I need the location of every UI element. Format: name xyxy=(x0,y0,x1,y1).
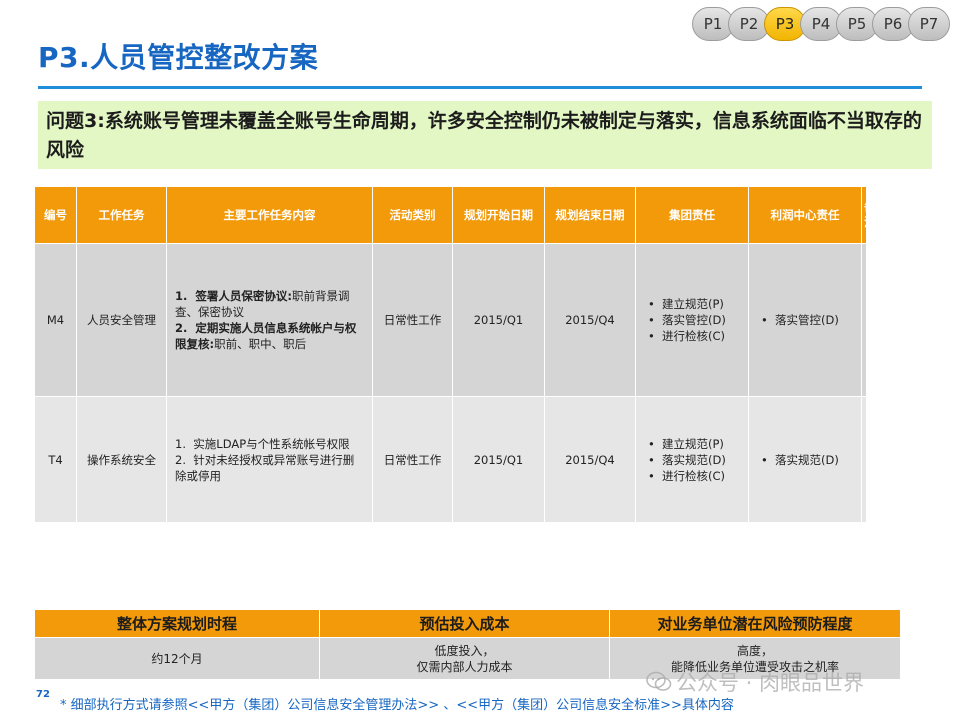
cell-end-date: 2015/Q4 xyxy=(544,396,636,523)
content-item: 1. 签署人员保密协议:职前背景调查、保密协议 xyxy=(175,289,350,319)
cell-end-date: 2015/Q4 xyxy=(544,243,636,397)
header-start-date: 规划开始日期 xyxy=(452,186,545,244)
cell-task: 操作系统安全 xyxy=(76,396,167,523)
cell-start-date: 2015/Q1 xyxy=(452,243,545,397)
list-item: 建立规范(P) xyxy=(646,436,738,452)
cell-category: 日常性工作 xyxy=(372,243,453,397)
header-id: 编号 xyxy=(34,186,77,244)
title-divider xyxy=(38,86,922,89)
list-item: 进行检核(C) xyxy=(646,328,738,344)
table-row: M4 人员安全管理 1. 签署人员保密协议:职前背景调查、保密协议 2. 定期实… xyxy=(34,243,867,397)
cell-id: M4 xyxy=(34,243,77,397)
watermark: 公众号 · 肉眼品世界 xyxy=(646,667,864,697)
summary-header-risk: 对业务单位潜在风险预防程度 xyxy=(609,609,901,638)
list-item: 落实管控(D) xyxy=(759,312,851,328)
page-tabs: P1 P2 P3 P4 P5 P6 P7 xyxy=(692,7,952,43)
header-category: 活动类别 xyxy=(372,186,453,244)
summary-header-timeline: 整体方案规划时程 xyxy=(34,609,320,638)
summary-header-row: 整体方案规划时程 预估投入成本 对业务单位潜在风险预防程度 xyxy=(34,609,901,638)
list-item: 落实规范(D) xyxy=(759,452,851,468)
list-item: 进行检核(C) xyxy=(646,468,738,484)
cell-profit-duty: 落实规范(D) xyxy=(748,396,862,523)
page-number: 72 xyxy=(36,689,50,700)
header-task: 工作任务 xyxy=(76,186,167,244)
list-item: 落实规范(D) xyxy=(646,452,738,468)
cell-content: 1. 实施LDAP与个性系统帐号权限 2. 针对未经授权或异常账号进行删除或停用 xyxy=(166,396,373,523)
list-item: 落实管控(D) xyxy=(646,312,738,328)
cell-start-date: 2015/Q1 xyxy=(452,396,545,523)
header-profit-duty: 利润中心责任 xyxy=(748,186,862,244)
cell-content: 1. 签署人员保密协议:职前背景调查、保密协议 2. 定期实施人员信息系统帐户与… xyxy=(166,243,373,397)
cell-id: T4 xyxy=(34,396,77,523)
cell-category: 日常性工作 xyxy=(372,396,453,523)
list-item: 建立规范(P) xyxy=(646,296,738,312)
summary-header-cost: 预估投入成本 xyxy=(319,609,610,638)
table-header-row: 编号 工作任务 主要工作任务内容 活动类别 规划开始日期 规划结束日期 集团责任… xyxy=(34,186,876,244)
content-item: 2. 针对未经授权或异常账号进行删除或停用 xyxy=(175,452,355,483)
summary-timeline: 约12个月 xyxy=(34,637,320,680)
summary-cost: 低度投入， 仅需内部人力成本 xyxy=(319,637,610,680)
header-group-duty: 集团责任 xyxy=(635,186,749,244)
cell-task: 人员安全管理 xyxy=(76,243,167,397)
header-note: 备注 xyxy=(861,186,876,244)
cell-group-duty: 建立规范(P) 落实规范(D) 进行检核(C) xyxy=(635,396,749,523)
task-table: 编号 工作任务 主要工作任务内容 活动类别 规划开始日期 规划结束日期 集团责任… xyxy=(34,186,876,523)
page-title: P3.人员管控整改方案 xyxy=(38,41,319,74)
header-end-date: 规划结束日期 xyxy=(544,186,636,244)
tab-p7[interactable]: P7 xyxy=(908,7,950,41)
content-item: 2. 定期实施人员信息系统帐户与权限复核:职前、职中、职后 xyxy=(175,321,357,351)
table-row: T4 操作系统安全 1. 实施LDAP与个性系统帐号权限 2. 针对未经授权或异… xyxy=(34,396,867,523)
header-content: 主要工作任务内容 xyxy=(166,186,373,244)
cell-note xyxy=(861,243,867,397)
footnote: * 细部执行方式请参照<<甲方（集团）公司信息安全管理办法>> 、<<甲方（集团… xyxy=(60,698,734,713)
wechat-icon xyxy=(646,671,672,691)
content-item: 1. 实施LDAP与个性系统帐号权限 xyxy=(175,436,350,451)
cell-profit-duty: 落实管控(D) xyxy=(748,243,862,397)
cell-note xyxy=(861,396,867,523)
issue-statement: 问题3:系统账号管理未覆盖全账号生命周期，许多安全控制仍未被制定与落实，信息系统… xyxy=(38,101,932,169)
cell-group-duty: 建立规范(P) 落实管控(D) 进行检核(C) xyxy=(635,243,749,397)
